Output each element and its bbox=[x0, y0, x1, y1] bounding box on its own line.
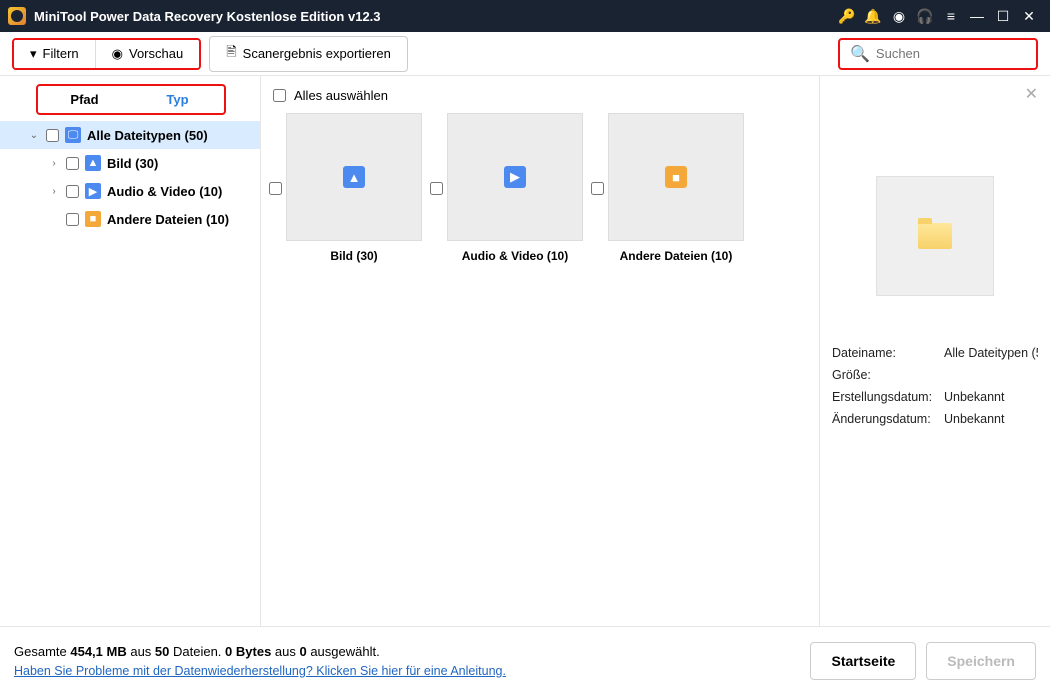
tile-checkbox[interactable] bbox=[430, 182, 443, 195]
meta-val-modified: Unbekannt bbox=[944, 412, 1038, 426]
search-input[interactable] bbox=[876, 46, 1050, 61]
summary-line: Gesamte 454,1 MB aus 50 Dateien. 0 Bytes… bbox=[14, 644, 506, 659]
tree-item-all[interactable]: ⌄ 🖵 Alle Dateitypen (50) bbox=[0, 121, 260, 149]
bell-icon[interactable]: 🔔 bbox=[860, 8, 886, 25]
meta-val-filename: Alle Dateitypen (50) bbox=[944, 346, 1038, 360]
window-title: MiniTool Power Data Recovery Kostenlose … bbox=[34, 9, 381, 24]
summary-files: 50 bbox=[155, 644, 169, 659]
metadata: Dateiname:Alle Dateitypen (50) Größe: Er… bbox=[832, 346, 1038, 426]
export-label: Scanergebnis exportieren bbox=[243, 46, 391, 61]
menu-icon[interactable]: ≡ bbox=[938, 8, 964, 24]
summary-text: aus bbox=[127, 644, 155, 659]
video-icon: ▶ bbox=[85, 183, 101, 199]
summary-text: Gesamte bbox=[14, 644, 70, 659]
image-icon: ▲ bbox=[343, 166, 365, 188]
tile-item[interactable]: ▶ Audio & Video (10) bbox=[430, 113, 583, 263]
tree-item-other[interactable]: ■ Andere Dateien (10) bbox=[0, 205, 260, 233]
summary-text: ausgewählt. bbox=[307, 644, 380, 659]
checkbox-all[interactable] bbox=[46, 129, 59, 142]
tile-thumb[interactable]: ▲ bbox=[286, 113, 422, 241]
tile-checkbox[interactable] bbox=[591, 182, 604, 195]
image-icon: ▲ bbox=[85, 155, 101, 171]
tab-path[interactable]: Pfad bbox=[38, 86, 131, 113]
main-area: Pfad Typ ⌄ 🖵 Alle Dateitypen (50) › ▲ Bi… bbox=[0, 76, 1050, 626]
tree-item-av[interactable]: › ▶ Audio & Video (10) bbox=[0, 177, 260, 205]
eye-icon: ◉ bbox=[112, 46, 123, 62]
meta-val-size bbox=[944, 368, 1038, 382]
sidebar-tabs: Pfad Typ bbox=[36, 84, 226, 115]
tile-checkbox[interactable] bbox=[269, 182, 282, 195]
folder-icon bbox=[918, 223, 952, 249]
summary-selected-count: 0 bbox=[299, 644, 306, 659]
folder-icon: ■ bbox=[85, 211, 101, 227]
meta-key-filename: Dateiname: bbox=[832, 346, 944, 360]
funnel-icon: ▾ bbox=[30, 46, 37, 62]
tab-type[interactable]: Typ bbox=[131, 86, 224, 113]
key-icon[interactable]: 🔑 bbox=[834, 8, 860, 25]
summary-text: Dateien. bbox=[169, 644, 225, 659]
video-icon: ▶ bbox=[504, 166, 526, 188]
content-panel: Alles auswählen ▲ Bild (30) ▶ Audio & Vi… bbox=[260, 76, 820, 626]
tree-label-image: Bild (30) bbox=[107, 156, 158, 171]
toolbar: ▾ Filtern ◉ Vorschau 🖹 Scanergebnis expo… bbox=[0, 32, 1050, 76]
summary-selected-bytes: 0 Bytes bbox=[225, 644, 271, 659]
details-panel: ✕ Dateiname:Alle Dateitypen (50) Größe: … bbox=[820, 76, 1050, 626]
search-box[interactable]: 🔍 bbox=[838, 38, 1038, 70]
tree-label-all: Alle Dateitypen (50) bbox=[87, 128, 208, 143]
chevron-right-icon[interactable]: › bbox=[48, 158, 60, 169]
preview-button[interactable]: ◉ Vorschau bbox=[96, 40, 200, 68]
tile-grid: ▲ Bild (30) ▶ Audio & Video (10) ■ Ander… bbox=[261, 113, 819, 263]
filter-button[interactable]: ▾ Filtern bbox=[14, 40, 96, 68]
close-panel-icon[interactable]: ✕ bbox=[1025, 84, 1038, 104]
app-logo-icon bbox=[8, 7, 26, 25]
tile-thumb[interactable]: ▶ bbox=[447, 113, 583, 241]
footer: Gesamte 454,1 MB aus 50 Dateien. 0 Bytes… bbox=[0, 626, 1050, 694]
titlebar: MiniTool Power Data Recovery Kostenlose … bbox=[0, 0, 1050, 32]
tree-item-image[interactable]: › ▲ Bild (30) bbox=[0, 149, 260, 177]
tree-label-other: Andere Dateien (10) bbox=[107, 212, 229, 227]
export-icon: 🖹 bbox=[226, 43, 236, 65]
checkbox-image[interactable] bbox=[66, 157, 79, 170]
close-icon[interactable]: ✕ bbox=[1016, 8, 1042, 25]
maximize-icon[interactable]: ☐ bbox=[990, 8, 1016, 25]
tile-thumb[interactable]: ■ bbox=[608, 113, 744, 241]
footer-info: Gesamte 454,1 MB aus 50 Dateien. 0 Bytes… bbox=[14, 644, 506, 678]
file-type-tree: ⌄ 🖵 Alle Dateitypen (50) › ▲ Bild (30) ›… bbox=[0, 121, 260, 233]
folder-icon: ■ bbox=[665, 166, 687, 188]
search-icon: 🔍 bbox=[850, 44, 870, 64]
tile-item[interactable]: ▲ Bild (30) bbox=[269, 113, 422, 263]
tree-label-av: Audio & Video (10) bbox=[107, 184, 222, 199]
checkbox-other[interactable] bbox=[66, 213, 79, 226]
select-all-row: Alles auswählen bbox=[261, 84, 819, 113]
filter-label: Filtern bbox=[43, 46, 79, 61]
headset-icon[interactable]: 🎧 bbox=[912, 8, 938, 25]
meta-key-created: Erstellungsdatum: bbox=[832, 390, 944, 404]
tile-item[interactable]: ■ Andere Dateien (10) bbox=[591, 113, 744, 263]
meta-key-size: Größe: bbox=[832, 368, 944, 382]
meta-val-created: Unbekannt bbox=[944, 390, 1038, 404]
checkbox-av[interactable] bbox=[66, 185, 79, 198]
help-link[interactable]: Haben Sie Probleme mit der Datenwiederhe… bbox=[14, 664, 506, 678]
chevron-down-icon[interactable]: ⌄ bbox=[28, 130, 40, 141]
summary-text: aus bbox=[271, 644, 299, 659]
preview-thumbnail bbox=[876, 176, 994, 296]
home-button[interactable]: Startseite bbox=[810, 642, 916, 680]
save-button[interactable]: Speichern bbox=[926, 642, 1036, 680]
select-all-label: Alles auswählen bbox=[294, 88, 388, 103]
preview-label: Vorschau bbox=[129, 46, 183, 61]
tile-caption: Audio & Video (10) bbox=[447, 249, 583, 263]
meta-key-modified: Änderungsdatum: bbox=[832, 412, 944, 426]
chevron-right-icon[interactable]: › bbox=[48, 186, 60, 197]
select-all-checkbox[interactable] bbox=[273, 89, 286, 102]
filter-preview-group: ▾ Filtern ◉ Vorschau bbox=[12, 38, 201, 70]
sidebar: Pfad Typ ⌄ 🖵 Alle Dateitypen (50) › ▲ Bi… bbox=[0, 76, 260, 626]
disc-icon[interactable]: ◉ bbox=[886, 8, 912, 25]
tile-caption: Andere Dateien (10) bbox=[608, 249, 744, 263]
export-button[interactable]: 🖹 Scanergebnis exportieren bbox=[209, 36, 408, 72]
monitor-icon: 🖵 bbox=[65, 127, 81, 143]
tile-caption: Bild (30) bbox=[286, 249, 422, 263]
minimize-icon[interactable]: — bbox=[964, 8, 990, 24]
summary-total: 454,1 MB bbox=[70, 644, 126, 659]
